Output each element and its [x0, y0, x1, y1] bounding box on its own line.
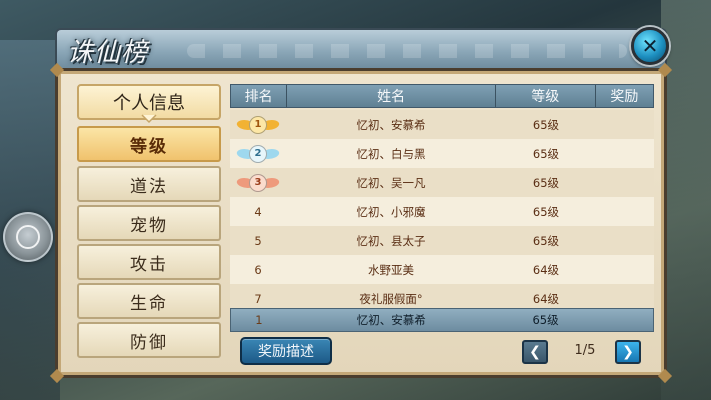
- own-name: 忆初、安慕希: [356, 313, 426, 327]
- sidebar-item-attack[interactable]: 攻击: [77, 244, 221, 280]
- gold-medal-icon: 1: [235, 115, 281, 135]
- player-level: 65级: [532, 146, 560, 161]
- chevron-down-icon: [141, 114, 157, 124]
- table-row[interactable]: 1 忆初、安慕希 65级: [230, 110, 654, 139]
- player-name: 忆初、县太子: [356, 233, 426, 248]
- chevron-left-icon: ❮: [529, 344, 541, 360]
- rank-cell: 1: [230, 115, 286, 135]
- own-rank-row: 1 忆初、安慕希 65级: [230, 308, 654, 332]
- column-header-name: 姓名: [287, 85, 496, 107]
- close-button[interactable]: ✕: [631, 27, 669, 65]
- rank-number: 6: [254, 262, 262, 277]
- table-row[interactable]: 4 忆初、小邪魔 65级: [230, 197, 654, 226]
- sidebar-item-label: 攻击: [130, 254, 168, 275]
- player-level: 64级: [532, 262, 560, 277]
- title-bar: 诛仙榜: [55, 28, 667, 70]
- next-page-button[interactable]: ❯: [615, 340, 641, 364]
- background-scenery-right: [661, 0, 711, 400]
- rank-cell: 2: [230, 144, 286, 164]
- table-row[interactable]: 3 忆初、吴一凡 65级: [230, 168, 654, 197]
- player-level: 65级: [532, 117, 560, 132]
- sidebar-item-label: 防御: [130, 332, 168, 353]
- sidebar-item-daofa[interactable]: 道法: [77, 166, 221, 202]
- chevron-right-icon: ❯: [622, 344, 634, 360]
- sidebar-item-pet[interactable]: 宠物: [77, 205, 221, 241]
- player-name: 水野亚美: [368, 262, 414, 277]
- sidebar-item-level[interactable]: 等级: [77, 126, 221, 162]
- sidebar-item-life[interactable]: 生命: [77, 283, 221, 319]
- ranking-table: 排名 姓名 等级 奖励 1 忆初、安慕希 65级 2 忆初、白与黑 65级 3 …: [230, 84, 654, 332]
- own-rank: 1: [255, 313, 263, 327]
- player-level: 65级: [532, 233, 560, 248]
- column-header-rank: 排名: [231, 85, 288, 107]
- sidebar-item-label: 等级: [130, 136, 168, 157]
- reward-description-button[interactable]: 奖励描述: [240, 337, 332, 365]
- bronze-medal-icon: 3: [235, 173, 281, 193]
- ranking-list[interactable]: 1 忆初、安慕希 65级 2 忆初、白与黑 65级 3 忆初、吴一凡 65级 4…: [230, 110, 654, 324]
- leaderboard-window: 诛仙榜 ✕ 个人信息 等级 道法 宠物 攻击 生命 防御 排名 姓名 等级 奖励…: [49, 27, 673, 384]
- player-level: 65级: [532, 204, 560, 219]
- close-icon: ✕: [641, 34, 659, 58]
- player-level: 65级: [532, 175, 560, 190]
- player-name: 忆初、吴一凡: [356, 175, 426, 190]
- table-row[interactable]: 6 水野亚美 64级: [230, 255, 654, 284]
- sidebar-item-label: 道法: [130, 176, 168, 197]
- sidebar-item-label: 宠物: [130, 215, 168, 236]
- player-name: 忆初、白与黑: [356, 146, 426, 161]
- floating-assistive-button[interactable]: [3, 212, 53, 262]
- player-name: 忆初、小邪魔: [356, 204, 426, 219]
- window-title: 诛仙榜: [67, 38, 149, 68]
- rank-number: 7: [254, 291, 262, 306]
- player-name: 忆初、安慕希: [356, 117, 426, 132]
- reward-description-label: 奖励描述: [258, 344, 314, 360]
- column-header-reward: 奖励: [610, 89, 639, 105]
- table-row[interactable]: 2 忆初、白与黑 65级: [230, 139, 654, 168]
- player-name: 夜礼服假面°: [359, 291, 423, 306]
- page-indicator: 1/5: [574, 343, 596, 358]
- player-level: 64级: [532, 291, 560, 306]
- table-row[interactable]: 5 忆初、县太子 65级: [230, 226, 654, 255]
- silver-medal-icon: 2: [235, 144, 281, 164]
- table-header: 排名 姓名 等级 奖励: [230, 84, 654, 108]
- rank-cell: 3: [230, 173, 286, 193]
- own-level: 65级: [532, 313, 559, 327]
- rank-number: 4: [254, 204, 262, 219]
- sidebar-item-label: 生命: [130, 293, 168, 314]
- rank-number: 5: [254, 233, 262, 248]
- previous-page-button[interactable]: ❮: [522, 340, 548, 364]
- column-header-level: 等级: [496, 85, 596, 107]
- sidebar-item-defense[interactable]: 防御: [77, 322, 221, 358]
- personal-info-label: 个人信息: [113, 93, 185, 114]
